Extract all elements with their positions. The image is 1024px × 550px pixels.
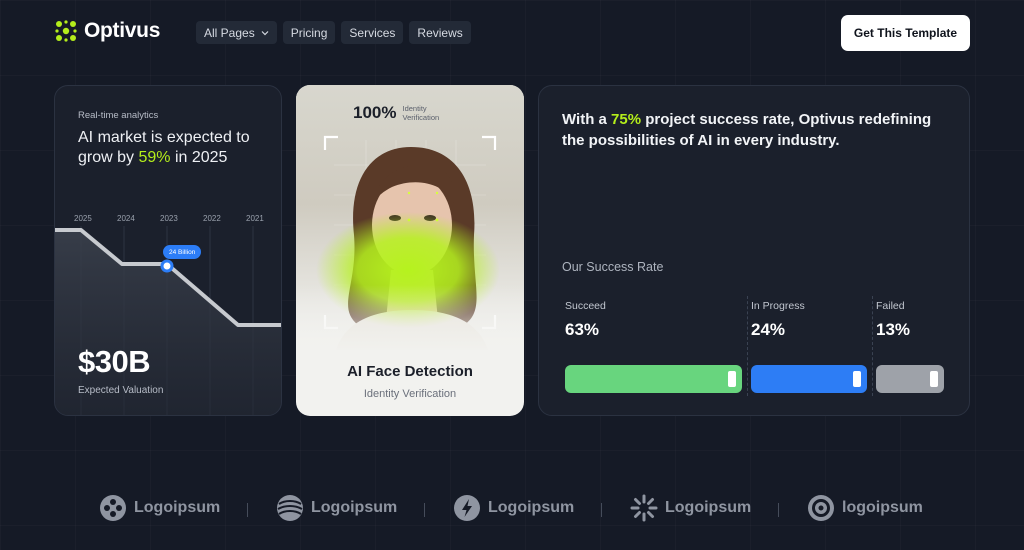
brand-logo[interactable]: Optivus [54,19,160,43]
face-detection-title: AI Face Detection [347,363,473,380]
year-label: 2021 [246,214,264,223]
nav-links: All Pages Pricing Services Reviews [196,21,471,44]
headline-text: in 2025 [170,149,228,166]
logo-divider [424,503,425,517]
bolt-circle-icon [454,495,480,521]
nav-link-label: Pricing [290,25,328,40]
partner-logo[interactable]: Logoipsum [453,494,574,522]
segment-value: 24% [751,320,786,339]
face-photo [296,85,524,350]
verification-label-line: Identity [402,104,427,113]
verification-score: 100% Identity Verification [353,103,439,123]
expected-valuation-label: Expected Valuation [78,385,164,396]
ring-circle-icon [808,495,834,521]
bar-handle [728,371,736,387]
nav-link-label: Services [349,25,396,40]
get-template-button[interactable]: Get This Template [841,15,970,51]
partner-logos: Logoipsum Logoipsum Logoipsum Logoipsum … [0,489,1024,529]
nav-link-reviews[interactable]: Reviews [409,21,471,44]
logo-divider [778,503,779,517]
logo-divider [601,503,602,517]
chevron-down-icon [261,30,269,35]
segment-name: In Progress [751,300,805,312]
segment-succeed: Succeed 63% [565,300,606,340]
year-label: 2024 [117,214,135,223]
brand-mark-icon [55,20,77,42]
failed-bar [876,365,944,393]
segment-in-progress: In Progress 24% [751,300,805,340]
success-headline: With a 75% project success rate, Optivus… [562,109,957,151]
photo-fade [296,285,524,350]
headline-text: With a [562,111,612,128]
analytics-headline: AI market is expected to grow by 59% in … [78,128,273,168]
circle-dots-icon [100,495,126,521]
segment-failed: Failed 13% [876,300,910,340]
brand-name: Optivus [84,19,161,42]
segment-value: 13% [876,320,911,339]
year-label: 2023 [160,214,178,223]
verification-percent: 100% [353,103,397,122]
bar-handle [853,371,861,387]
in-progress-bar [751,365,867,393]
analytics-kicker: Real-time analytics [78,110,159,121]
segment-divider [872,296,873,396]
partner-logo-label: logoipsum [842,499,923,516]
nav-link-label: Reviews [417,25,463,40]
nav-link-all-pages[interactable]: All Pages [196,21,277,44]
verification-percent-label: Identity Verification [402,104,439,122]
growth-point [160,259,174,273]
headline-accent: 59% [138,149,171,166]
partner-logo-label: Logoipsum [134,499,221,516]
partner-logo-label: Logoipsum [311,499,398,516]
success-rate-label: Our Success Rate [562,260,664,274]
partner-logo[interactable]: Logoipsum [630,494,751,522]
partner-logo[interactable]: Logoipsum [276,494,397,522]
face-detection-subtitle: Identity Verification [363,388,457,400]
bar-handle [930,371,938,387]
logo-divider [247,503,248,517]
year-label: 2025 [74,214,92,223]
segment-name: Failed [876,300,905,312]
segment-value: 63% [565,320,600,339]
succeed-bar [565,365,742,393]
segment-divider [747,296,748,396]
partner-logo-label: Logoipsum [488,499,575,516]
year-axis: 2025 2024 2023 2022 2021 [55,214,281,226]
wave-globe-icon [277,495,303,521]
nav-link-pricing[interactable]: Pricing [282,21,336,44]
value-bubble: 24 Billion [163,245,202,259]
segment-name: Succeed [565,300,606,312]
headline-accent: 75% [611,111,642,128]
partner-logo[interactable]: Logoipsum [99,494,220,522]
verification-label-line: Verification [402,113,440,122]
sunburst-icon [630,494,658,522]
partner-logo[interactable]: logoipsum [807,494,923,522]
nav-link-label: All Pages [204,25,255,40]
success-rate-card: With a 75% project success rate, Optivus… [538,85,970,416]
top-nav: Optivus All Pages Pricing Services Revie… [0,0,1024,66]
year-label: 2022 [203,214,221,223]
nav-link-services[interactable]: Services [341,21,404,44]
expected-valuation-value: $30B [78,344,151,379]
analytics-card: Real-time analytics AI market is expecte… [54,85,282,416]
face-detection-card: 100% Identity Verification AI Face Detec… [296,85,524,416]
partner-logo-label: Logoipsum [665,499,752,516]
